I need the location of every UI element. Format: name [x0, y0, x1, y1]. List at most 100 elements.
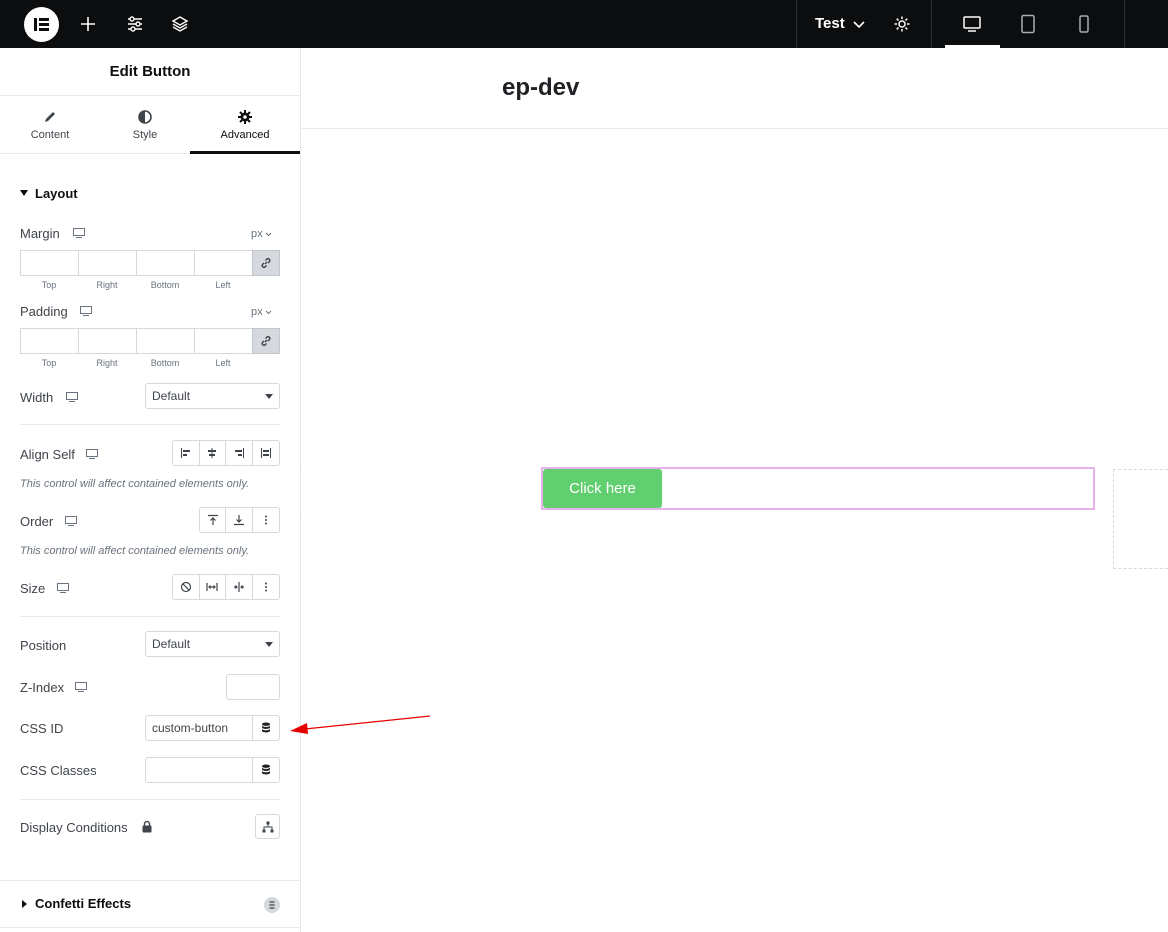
divider	[20, 424, 280, 425]
order-note: This control will affect contained eleme…	[20, 545, 250, 557]
padding-top-input[interactable]	[20, 328, 78, 354]
css-id-label: CSS ID	[20, 721, 64, 736]
width-select[interactable]: Default	[145, 383, 280, 409]
gear-icon[interactable]	[892, 14, 912, 34]
chevron-down-icon[interactable]	[849, 14, 869, 34]
desktop-icon[interactable]	[962, 14, 982, 34]
padding-side-labels: Top Right Bottom Left	[20, 358, 252, 368]
editor-top-bar: Test	[0, 0, 1168, 48]
pro-badge-icon	[264, 897, 280, 913]
more-options-icon[interactable]	[252, 575, 279, 599]
caret-down-icon[interactable]	[20, 190, 28, 196]
margin-side-labels: Top Right Bottom Left	[20, 280, 252, 290]
order-label: Order	[20, 514, 54, 529]
align-self-note: This control will affect contained eleme…	[20, 478, 250, 490]
preview-canvas: ep-dev Click here	[302, 48, 1168, 932]
site-title[interactable]: ep-dev	[502, 74, 579, 102]
order-start-icon[interactable]	[200, 508, 227, 532]
position-select[interactable]: Default	[145, 631, 280, 657]
dynamic-tags-icon[interactable]	[252, 757, 280, 783]
click-here-button[interactable]: Click here	[543, 469, 662, 508]
tab-content[interactable]: Content	[0, 96, 100, 154]
section-title-confetti: Confetti Effects	[35, 896, 132, 911]
align-self-buttons	[172, 440, 280, 466]
divider	[20, 799, 280, 800]
unit-selector[interactable]: px	[251, 228, 263, 240]
none-icon[interactable]	[173, 575, 200, 599]
css-id-input[interactable]: custom-button	[145, 715, 253, 741]
site-header: ep-dev	[302, 48, 1168, 129]
size-buttons	[172, 574, 280, 600]
margin-left-input[interactable]	[194, 250, 252, 276]
tablet-icon[interactable]	[1018, 14, 1038, 34]
desktop-icon[interactable]	[57, 583, 69, 593]
desktop-icon[interactable]	[73, 228, 85, 238]
document-name[interactable]: Test	[815, 15, 845, 32]
tab-advanced[interactable]: Advanced	[190, 96, 300, 154]
contrast-icon	[137, 109, 153, 125]
padding-right-input[interactable]	[78, 328, 136, 354]
padding-label: Padding	[20, 304, 68, 319]
css-classes-input[interactable]	[145, 757, 253, 783]
section-title-layout[interactable]: Layout	[35, 186, 78, 201]
divider	[931, 0, 932, 48]
editor-panel: Edit Button Content Style Advanced Layou…	[0, 48, 301, 932]
link-icon[interactable]	[252, 328, 280, 354]
padding-inputs	[20, 328, 280, 354]
shrink-icon[interactable]	[226, 575, 253, 599]
side-label: Right	[96, 280, 118, 290]
unit-selector[interactable]: px	[251, 306, 263, 318]
divider	[796, 0, 797, 48]
chevron-down-icon	[265, 232, 272, 237]
display-conditions-button[interactable]	[255, 814, 280, 839]
desktop-icon[interactable]	[65, 516, 77, 526]
desktop-icon[interactable]	[86, 449, 98, 459]
align-center-icon[interactable]	[199, 441, 226, 465]
desktop-icon[interactable]	[66, 392, 78, 402]
align-self-label: Align Self	[20, 447, 75, 462]
margin-label: Margin	[20, 226, 60, 241]
annotation-arrow	[290, 715, 431, 734]
width-label: Width	[20, 390, 54, 405]
tab-style[interactable]: Style	[95, 96, 195, 154]
more-options-icon[interactable]	[252, 508, 279, 532]
layers-icon[interactable]	[170, 14, 190, 34]
elementor-logo-icon[interactable]	[24, 7, 59, 42]
side-label: Top	[41, 358, 57, 368]
desktop-icon[interactable]	[75, 682, 87, 692]
align-end-icon[interactable]	[226, 441, 253, 465]
tab-label: Content	[30, 129, 70, 141]
z-index-input[interactable]	[226, 674, 280, 700]
size-label: Size	[20, 581, 46, 596]
padding-left-input[interactable]	[194, 328, 252, 354]
confetti-effects-section[interactable]: Confetti Effects	[0, 880, 300, 928]
side-label: Left	[215, 358, 231, 368]
side-label: Top	[41, 280, 57, 290]
panel-body: Layout Margin px Top Right Bottom Left P…	[0, 154, 300, 932]
side-label: Bottom	[150, 280, 180, 290]
sliders-icon[interactable]	[125, 14, 145, 34]
margin-top-input[interactable]	[20, 250, 78, 276]
mobile-icon[interactable]	[1074, 14, 1094, 34]
desktop-icon[interactable]	[80, 306, 92, 316]
chevron-down-icon	[265, 310, 272, 315]
tab-label: Advanced	[220, 129, 270, 141]
align-start-icon[interactable]	[173, 441, 200, 465]
side-label: Left	[215, 280, 231, 290]
align-stretch-icon[interactable]	[252, 441, 279, 465]
link-icon[interactable]	[252, 250, 280, 276]
position-label: Position	[20, 638, 67, 653]
dynamic-tags-icon[interactable]	[252, 715, 280, 741]
margin-inputs	[20, 250, 280, 276]
divider	[1124, 0, 1125, 48]
empty-container-placeholder[interactable]	[1113, 469, 1168, 569]
margin-bottom-input[interactable]	[136, 250, 194, 276]
order-end-icon[interactable]	[226, 508, 253, 532]
position-select-value: Default	[152, 637, 191, 651]
padding-bottom-input[interactable]	[136, 328, 194, 354]
caret-down-icon	[265, 394, 273, 399]
z-index-label: Z-Index	[20, 680, 65, 695]
margin-right-input[interactable]	[78, 250, 136, 276]
plus-icon[interactable]	[78, 14, 98, 34]
grow-icon[interactable]	[199, 575, 226, 599]
